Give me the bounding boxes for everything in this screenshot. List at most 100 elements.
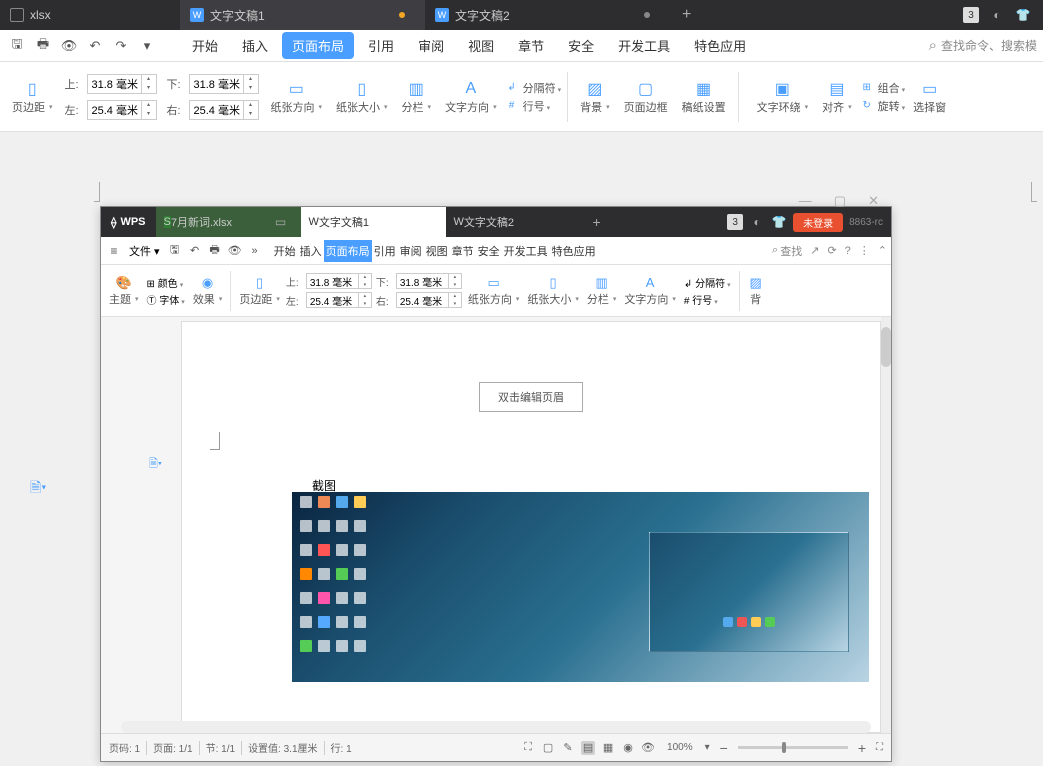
menu-section[interactable]: 章节 xyxy=(508,32,554,59)
share-icon[interactable]: ↗ xyxy=(810,244,819,257)
inner-margins-button[interactable]: ▯页边距 xyxy=(235,265,284,316)
print-layout-icon[interactable]: ▤ xyxy=(581,741,595,755)
menu-view[interactable]: 视图 xyxy=(458,32,504,59)
appearance-icon[interactable]: ◐ xyxy=(749,214,765,230)
inner-text-dir-button[interactable]: A文字方向 xyxy=(620,265,680,316)
zoom-level[interactable]: 100% xyxy=(667,742,693,753)
appearance-icon[interactable]: ◐ xyxy=(989,7,1005,23)
embedded-screenshot[interactable] xyxy=(292,492,869,682)
command-search[interactable]: 查找命令、搜索模 xyxy=(929,37,1037,54)
inner-horizontal-scrollbar[interactable] xyxy=(121,721,871,733)
fullscreen-icon[interactable]: ⛶ xyxy=(521,741,535,755)
preview-button[interactable]: 👁 xyxy=(58,35,80,57)
web-layout-icon[interactable]: ◉ xyxy=(621,741,635,755)
login-badge[interactable]: 未登录 xyxy=(793,213,843,232)
edit-header-hint[interactable]: 双击编辑页眉 xyxy=(479,382,583,412)
inner-paper-size-button[interactable]: ▯纸张大小 xyxy=(523,265,583,316)
inner-save-button[interactable]: 🖫 xyxy=(166,240,184,262)
margin-top-input[interactable]: 31.8 毫米 xyxy=(87,74,157,94)
scroll-thumb[interactable] xyxy=(881,327,891,367)
apparel-icon[interactable]: 👕 xyxy=(1015,7,1031,23)
imenu-special[interactable]: 特色应用 xyxy=(550,240,598,262)
imargin-bottom-input[interactable]: 31.8 毫米 xyxy=(396,273,462,289)
rotate-button[interactable]: ↻旋转 xyxy=(860,98,906,114)
inner-new-tab-button[interactable]: + xyxy=(581,214,613,230)
status-section[interactable]: 节: 1/1 xyxy=(206,740,235,755)
tab-count-badge[interactable]: 3 xyxy=(963,7,979,23)
paper-size-button[interactable]: ▯纸张大小 xyxy=(330,62,394,131)
menu-review[interactable]: 审阅 xyxy=(408,32,454,59)
columns-button[interactable]: ▥分栏 xyxy=(396,62,438,131)
inner-undo-button[interactable]: ↶ xyxy=(186,240,204,262)
fit-page-icon[interactable]: ⛶ xyxy=(876,742,883,753)
minimize-button[interactable]: — xyxy=(793,193,818,209)
color-button[interactable]: ⊞ 颜色 xyxy=(147,275,184,290)
imenu-section[interactable]: 章节 xyxy=(450,240,476,262)
background-button[interactable]: ▨背景 xyxy=(574,62,616,131)
status-line[interactable]: 行: 1 xyxy=(331,740,352,755)
file-menu[interactable]: 文件 ▾ xyxy=(125,243,164,259)
inner-page-surface[interactable]: 双击编辑页眉 截图 xyxy=(181,321,881,733)
paper-orientation-button[interactable]: ▭纸张方向 xyxy=(265,62,329,131)
imenu-insert[interactable]: 插入 xyxy=(298,240,324,262)
align-button[interactable]: ▤对齐 xyxy=(816,62,858,131)
tab-xlsx[interactable]: xlsx xyxy=(0,0,180,30)
tab-doc2[interactable]: W 文字文稿2 xyxy=(425,0,670,30)
status-page-of[interactable]: 页面: 1/1 xyxy=(153,740,192,755)
edit-mode-icon[interactable]: ✎ xyxy=(561,741,575,755)
text-wrap-button[interactable]: ▣文字环绕 xyxy=(751,62,815,131)
inner-vertical-scrollbar[interactable] xyxy=(881,317,891,733)
zoom-in-button[interactable]: + xyxy=(854,740,870,756)
effects-button[interactable]: ◉效果 xyxy=(189,265,227,316)
reading-icon[interactable]: ▢ xyxy=(541,741,555,755)
imargin-left-input[interactable]: 25.4 毫米 xyxy=(306,292,372,308)
menu-start[interactable]: 开始 xyxy=(182,32,228,59)
eye-mode-icon[interactable]: 👁 xyxy=(641,741,655,755)
font-button[interactable]: Ⓣ 字体 xyxy=(147,292,185,307)
manuscript-button[interactable]: ▦稿纸设置 xyxy=(676,62,732,131)
inner-search[interactable]: ⌕查找 xyxy=(772,243,802,259)
print-button[interactable]: 🖶 xyxy=(32,35,54,57)
theme-button[interactable]: 🎨主题 xyxy=(105,265,143,316)
inner-tab-doc1[interactable]: W 文字文稿1 xyxy=(301,207,446,237)
menu-security[interactable]: 安全 xyxy=(558,32,604,59)
new-tab-button[interactable]: + xyxy=(670,6,703,24)
margin-bottom-input[interactable]: 31.8 毫米 xyxy=(189,74,259,94)
imenu-start[interactable]: 开始 xyxy=(272,240,298,262)
zoom-slider[interactable] xyxy=(738,746,848,749)
qat-dropdown[interactable]: ▾ xyxy=(136,35,158,57)
inner-print-button[interactable]: 🖶 xyxy=(206,240,224,262)
menu-page-layout[interactable]: 页面布局 xyxy=(282,32,354,59)
inner-paper-dir-button[interactable]: ▭纸张方向 xyxy=(464,265,524,316)
menu-references[interactable]: 引用 xyxy=(358,32,404,59)
undo-button[interactable]: ↶ xyxy=(84,35,106,57)
status-page-num[interactable]: 页码: 1 xyxy=(109,740,140,755)
inner-preview-button[interactable]: 👁 xyxy=(226,240,244,262)
help-icon[interactable]: ? xyxy=(845,245,851,257)
inner-tab-count[interactable]: 3 xyxy=(727,214,743,230)
imargin-top-input[interactable]: 31.8 毫米 xyxy=(306,273,372,289)
inner-side-doc-toggle[interactable]: 🗎▾ xyxy=(149,455,162,474)
inner-bg-button[interactable]: ▨背 xyxy=(744,265,768,316)
inner-qat-more[interactable]: » xyxy=(246,240,264,262)
group-button[interactable]: ⊞组合 xyxy=(860,80,906,96)
status-setting[interactable]: 设置值: 3.1厘米 xyxy=(248,740,317,755)
menu-special[interactable]: 特色应用 xyxy=(684,32,756,59)
collapse-ribbon-icon[interactable]: ⌃ xyxy=(878,244,887,257)
selection-pane-button[interactable]: ▭选择窗 xyxy=(907,62,952,131)
imenu-references[interactable]: 引用 xyxy=(372,240,398,262)
margin-left-input[interactable]: 25.4 毫米 xyxy=(87,100,157,120)
inner-break-button[interactable]: ↲ 分隔符 xyxy=(684,275,731,290)
margins-button[interactable]: ▯ 页边距 xyxy=(6,62,59,131)
menu-dev-tools[interactable]: 开发工具 xyxy=(608,32,680,59)
tab-doc1[interactable]: W 文字文稿1 xyxy=(180,0,425,30)
imenu-view[interactable]: 视图 xyxy=(424,240,450,262)
more-icon[interactable]: ⋮ xyxy=(859,244,870,257)
imenu-security[interactable]: 安全 xyxy=(476,240,502,262)
inner-linenum-button[interactable]: # 行号 xyxy=(684,292,718,307)
imenu-review[interactable]: 审阅 xyxy=(398,240,424,262)
inner-tab-xlsx[interactable]: S 7月新词.xlsx ▭ xyxy=(156,207,301,237)
apparel-icon[interactable]: 👕 xyxy=(771,214,787,230)
side-doc-toggle[interactable]: 🗎▾ xyxy=(30,477,46,501)
line-number-button[interactable]: #行号 xyxy=(505,98,551,114)
